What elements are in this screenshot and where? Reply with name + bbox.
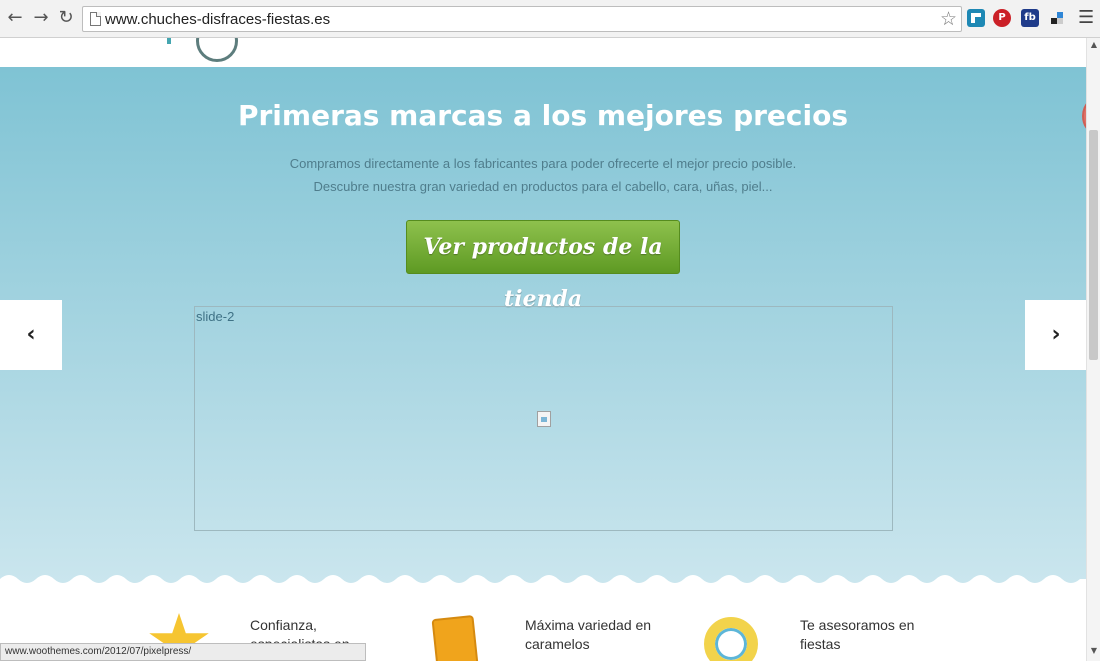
delicious-extension-icon[interactable]	[1048, 9, 1066, 27]
fb-extension-icon[interactable]: fb	[1021, 9, 1039, 27]
pinterest-extension-icon[interactable]: P	[993, 9, 1011, 27]
hero-title: Primeras marcas a los mejores precios	[237, 99, 849, 132]
vertical-scrollbar[interactable]: ▲ ▼	[1086, 38, 1100, 661]
logo-fragment	[167, 38, 171, 44]
status-bar-url: www.woothemes.com/2012/07/pixelpress/	[0, 643, 366, 661]
url-input[interactable]	[105, 9, 925, 29]
slider-prev-button[interactable]: ‹	[0, 300, 62, 370]
view-store-products-button[interactable]: Ver productos de la tienda	[406, 220, 680, 312]
forward-arrow-icon[interactable]: →	[30, 7, 52, 29]
flipboard-extension-icon[interactable]	[967, 9, 985, 27]
feature-text-parties: Te asesoramos en fiestas	[800, 616, 950, 654]
hero-subtitle-line1: Compramos directamente a los fabricantes…	[289, 156, 797, 171]
slide-alt-text: slide-2	[196, 309, 235, 324]
slide-image-frame: slide-2	[194, 306, 893, 531]
browser-window: ← → ↻ ☆ P fb ☰ Primeras marcas a los mej…	[0, 0, 1100, 661]
scroll-up-arrow-icon[interactable]: ▲	[1087, 40, 1100, 49]
scroll-thumb[interactable]	[1089, 130, 1098, 360]
hero-subtitle-line2: Descubre nuestra gran variedad en produc…	[313, 179, 773, 194]
feature-line: Confianza,	[250, 617, 317, 633]
wave-divider	[0, 575, 1086, 587]
logo-icon[interactable]	[196, 38, 238, 62]
feature-text-variety: Máxima variedad en caramelos	[525, 616, 675, 654]
slider-next-button[interactable]: ›	[1025, 300, 1087, 370]
broken-image-icon	[537, 411, 551, 427]
reload-icon[interactable]: ↻	[55, 7, 77, 29]
feature-line: Máxima variedad en	[525, 617, 652, 633]
hamburger-menu-icon[interactable]: ☰	[1078, 7, 1094, 29]
feature-line: Te asesoramos en	[800, 617, 915, 633]
scroll-down-arrow-icon[interactable]: ▼	[1087, 646, 1100, 655]
feature-line: fiestas	[800, 636, 841, 652]
page-icon	[90, 12, 101, 26]
browser-toolbar: ← → ↻ ☆ P fb ☰	[0, 0, 1100, 38]
feature-line: caramelos	[525, 636, 590, 652]
swim-ring-icon	[704, 617, 758, 661]
site-header	[0, 38, 1086, 67]
hero-slider: Primeras marcas a los mejores precios Co…	[0, 67, 1086, 587]
star-icon[interactable]: ☆	[940, 8, 957, 30]
candy-box-icon	[431, 614, 479, 661]
back-arrow-icon[interactable]: ←	[4, 7, 26, 29]
address-bar[interactable]: ☆	[82, 6, 962, 32]
